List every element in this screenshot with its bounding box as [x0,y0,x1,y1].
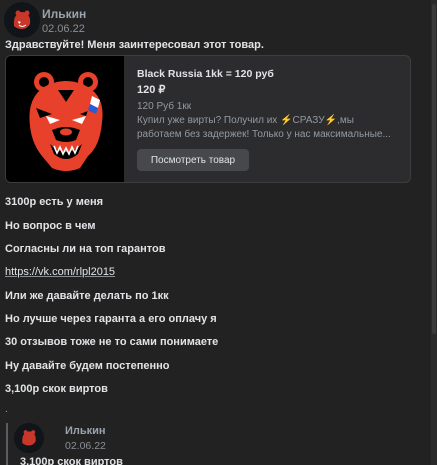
product-image[interactable] [6,56,124,182]
quoted-author[interactable]: Илькин [65,425,106,437]
message-line: 3100р есть у меня [5,196,104,208]
scrollbar-thumb[interactable] [432,4,436,334]
message-line: Но лучше через гаранта а его оплачу я [5,313,217,325]
product-description-part: Купил уже вирты? Получил их [137,115,281,126]
chat-window: Илькин 02.06.22 Здравствуйте! Меня заинт… [0,0,437,465]
quoted-text: 3,100р скок виртов [20,456,123,465]
bear-logo-icon [4,2,40,38]
greeting-text: Здравствуйте! Меня заинтересовал этот то… [5,39,264,51]
message-line: Согласны ли на топ гарантов [5,243,166,255]
product-description-part: работаем без задержек! Только у нас макс… [137,129,391,140]
message-line: Но вопрос в чем [5,220,96,232]
product-subtitle: 120 Руб 1кк [137,101,192,112]
author-name[interactable]: Илькин [42,7,86,21]
bear-logo-icon [14,423,44,453]
product-card[interactable]: Black Russia 1kk = 120 руб 120 ₽ 120 Руб… [5,55,411,183]
message-line: 3,100р скок виртов [5,383,108,395]
quoted-date: 02.06.22 [65,440,106,452]
product-description-part: СРАЗУ [292,115,325,126]
avatar[interactable] [4,2,40,38]
lightning-icon: ⚡ [280,115,293,126]
quoted-message[interactable]: Илькин 02.06.22 3,100р скок виртов [6,423,426,465]
separator-dot: . [5,404,8,415]
message-header: Илькин 02.06.22 [4,2,424,38]
message-link[interactable]: https://vk.com/rlpl2015 [5,266,115,278]
product-description: Купил уже вирты? Получил их ⚡СРАЗУ⚡,мы р… [137,114,405,142]
scrollbar[interactable] [431,0,437,465]
message-line: 30 отзывов тоже не то сами понимаете [5,336,219,348]
bear-logo-icon [6,56,124,182]
message-date: 02.06.22 [42,23,85,35]
message-line: Ну давайте будем постепенно [5,360,170,372]
product-description-part: ,мы [337,115,354,126]
view-product-button[interactable]: Посмотреть товар [137,149,249,171]
avatar[interactable] [14,423,44,453]
message-line: Или же давайте делать по 1кк [5,290,169,302]
product-title[interactable]: Black Russia 1kk = 120 руб [137,68,274,80]
lightning-icon: ⚡ [324,115,338,126]
product-price: 120 ₽ [137,84,166,96]
